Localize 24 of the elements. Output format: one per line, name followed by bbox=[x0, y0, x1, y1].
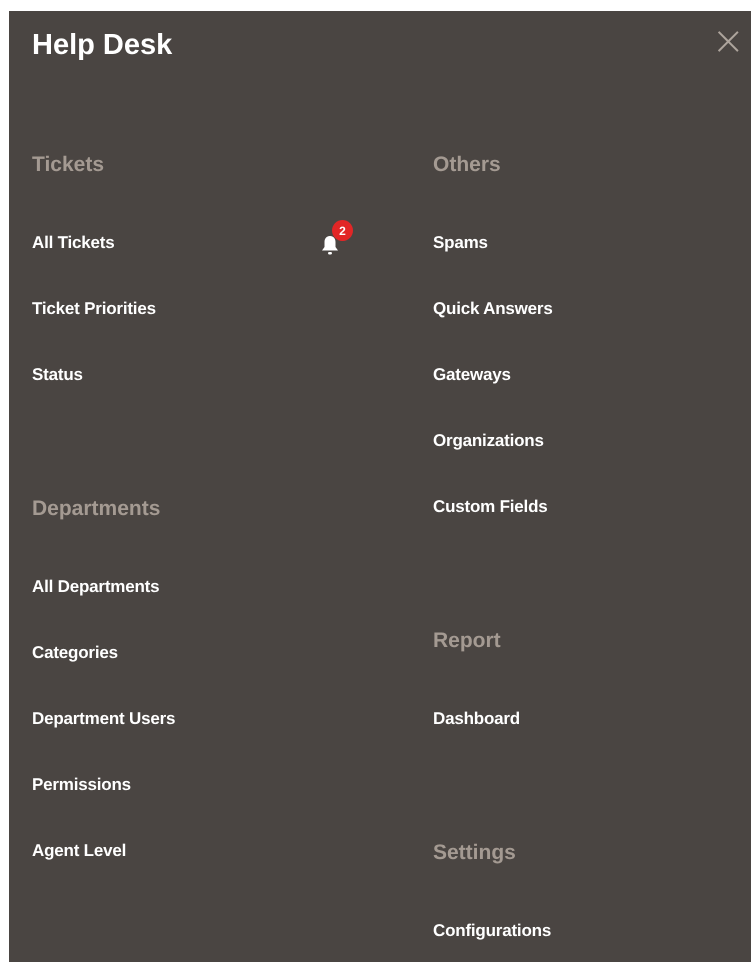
menu-link[interactable]: Configurations bbox=[433, 921, 552, 941]
section-heading: Departments bbox=[32, 496, 160, 522]
menu-link[interactable]: Status bbox=[32, 365, 83, 385]
menu-link[interactable]: Permissions bbox=[32, 775, 131, 795]
menu-link[interactable]: Gateways bbox=[433, 365, 511, 385]
menu-link[interactable]: Dashboard bbox=[433, 709, 520, 729]
menu-link[interactable]: Categories bbox=[32, 643, 118, 663]
menu-link[interactable]: All Departments bbox=[32, 577, 160, 597]
section-heading: Settings bbox=[433, 840, 516, 866]
menu-link[interactable]: Spams bbox=[433, 233, 488, 253]
section-heading: Tickets bbox=[32, 152, 104, 178]
menu-link[interactable]: Organizations bbox=[433, 431, 544, 451]
notification-count: 2 bbox=[332, 220, 353, 241]
section-heading: Others bbox=[433, 152, 501, 178]
menu-link[interactable]: Ticket Priorities bbox=[32, 299, 156, 319]
menu-link[interactable]: Agent Level bbox=[32, 841, 126, 861]
section-heading: Report bbox=[433, 628, 501, 654]
menu-link[interactable]: Custom Fields bbox=[433, 497, 548, 517]
close-button[interactable]: × bbox=[709, 21, 747, 61]
panel-title: Help Desk bbox=[32, 28, 172, 63]
menu-link[interactable]: All Tickets bbox=[32, 233, 115, 253]
bell-icon[interactable] bbox=[320, 234, 340, 256]
menu-link[interactable]: Quick Answers bbox=[433, 299, 553, 319]
menu-link[interactable]: Department Users bbox=[32, 709, 176, 729]
